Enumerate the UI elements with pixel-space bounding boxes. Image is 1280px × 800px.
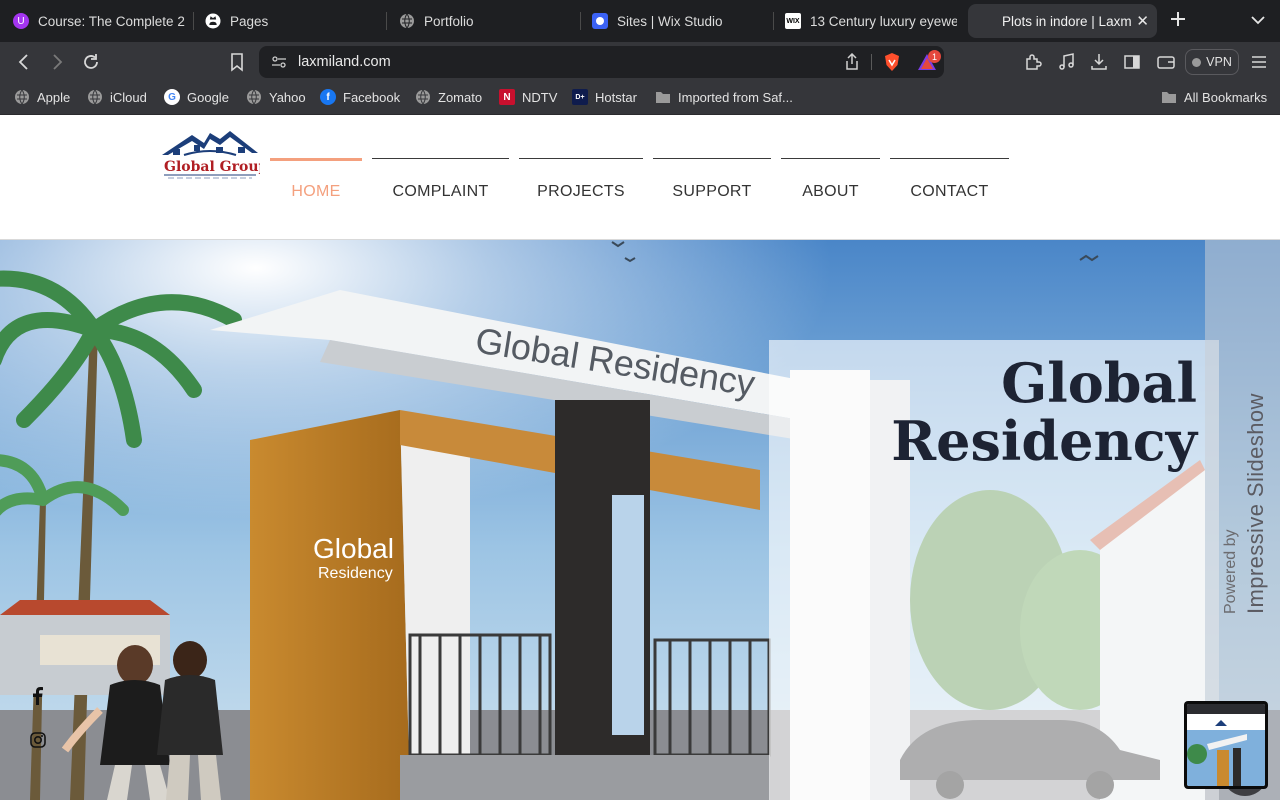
tab-wix-eyewear[interactable]: WIX 13 Century luxury eyewea xyxy=(785,4,957,38)
hero-slideshow[interactable]: Global Residency Global Residency Global… xyxy=(0,240,1280,800)
bookmark-google[interactable]: G Google xyxy=(164,89,229,105)
folder-icon xyxy=(655,89,671,105)
vpn-label: VPN xyxy=(1206,55,1232,69)
extensions-icon[interactable] xyxy=(1023,52,1043,72)
global-group-logo[interactable]: Global Group xyxy=(160,127,269,183)
back-icon[interactable] xyxy=(14,52,34,72)
tab-laxmiland-active[interactable]: Plots in indore | Laxmi ✕ xyxy=(968,4,1157,38)
folder-icon xyxy=(1161,89,1177,105)
bookmark-label: iCloud xyxy=(110,89,147,105)
bookmark-apple[interactable]: Apple xyxy=(14,89,70,105)
site-header: Global Group HOME COMPLAINT PROJECTS SUP… xyxy=(0,115,1280,240)
browser-tab-strip: U Course: The Complete 20 Pages Portfoli… xyxy=(0,0,1280,42)
tab-udemy-course[interactable]: U Course: The Complete 20 xyxy=(13,4,185,38)
bookmark-folder-imported[interactable]: Imported from Saf... xyxy=(655,89,793,105)
sidebar-icon[interactable] xyxy=(1122,52,1142,72)
nav-support[interactable]: SUPPORT xyxy=(653,158,771,200)
powered-by-badge[interactable]: Powered by Impressive Slideshow xyxy=(1208,382,1278,622)
gate-sign-pillar: Global xyxy=(313,533,394,564)
powered-by-text: Powered by xyxy=(1222,529,1239,615)
svg-text:Residency: Residency xyxy=(318,565,393,582)
bookmark-label: Google xyxy=(187,89,229,105)
vpn-status-icon xyxy=(1192,57,1202,67)
bookmark-label: NDTV xyxy=(522,89,558,105)
tab-title: Sites | Wix Studio xyxy=(617,13,723,29)
page-preview-thumbnail[interactable] xyxy=(1184,701,1268,789)
bookmark-zomato[interactable]: Zomato xyxy=(415,89,482,105)
brave-shields-icon[interactable] xyxy=(882,52,902,77)
nav-home[interactable]: HOME xyxy=(270,158,362,200)
tab-title: Plots in indore | Laxmi xyxy=(1002,13,1132,29)
rewards-badge: 1 xyxy=(928,50,941,63)
github-icon xyxy=(205,13,221,29)
tab-github-pages[interactable]: Pages xyxy=(205,4,375,38)
wallet-icon[interactable] xyxy=(1156,52,1176,72)
bookmark-hotstar[interactable]: D+ Hotstar xyxy=(572,89,637,105)
udemy-icon: U xyxy=(13,13,29,29)
tab-title: Pages xyxy=(230,13,269,29)
new-tab-plus-icon[interactable] xyxy=(1170,10,1186,33)
wix-icon: WIX xyxy=(785,13,801,29)
web-page: Global Group HOME COMPLAINT PROJECTS SUP… xyxy=(0,115,1280,800)
bookmarks-bar: Apple iCloud G Google Yahoo f Facebook Z… xyxy=(0,82,1280,115)
share-icon[interactable] xyxy=(843,52,861,76)
facebook-icon[interactable] xyxy=(30,687,50,707)
bookmark-label: Hotstar xyxy=(595,89,637,105)
ndtv-icon: N xyxy=(499,89,515,105)
nav-contact[interactable]: CONTACT xyxy=(890,158,1009,200)
bookmark-facebook[interactable]: f Facebook xyxy=(320,89,400,105)
facebook-icon: f xyxy=(320,89,336,105)
tab-wix-studio[interactable]: Sites | Wix Studio xyxy=(592,4,762,38)
globe-icon xyxy=(87,89,103,105)
slide-title: Global Residency xyxy=(891,351,1197,473)
globe-icon xyxy=(415,89,431,105)
bookmark-icloud[interactable]: iCloud xyxy=(87,89,147,105)
nav-complaint[interactable]: COMPLAINT xyxy=(372,158,509,200)
menu-icon[interactable] xyxy=(1249,52,1269,72)
globe-icon xyxy=(246,89,262,105)
bookmark-icon[interactable] xyxy=(227,52,247,72)
bookmark-label: Imported from Saf... xyxy=(678,89,793,105)
globe-icon xyxy=(399,13,415,29)
slide-caption-box: Global Residency xyxy=(769,340,1219,800)
all-bookmarks-folder[interactable]: All Bookmarks xyxy=(1161,89,1267,105)
tab-search-chevron-icon[interactable] xyxy=(1248,10,1268,30)
powered-brand-text: Impressive Slideshow xyxy=(1243,393,1268,614)
nav-projects[interactable]: PROJECTS xyxy=(519,158,643,200)
browser-toolbar: laxmiland.com 1 VPN xyxy=(0,42,1280,82)
bookmark-label: Facebook xyxy=(343,89,401,105)
bookmark-label: Yahoo xyxy=(269,89,306,105)
bookmark-ndtv[interactable]: N NDTV xyxy=(499,89,557,105)
tab-title: Portfolio xyxy=(424,13,474,29)
tab-title: 13 Century luxury eyewea xyxy=(810,13,957,29)
hotstar-icon: D+ xyxy=(572,89,588,105)
tab-portfolio[interactable]: Portfolio xyxy=(399,4,569,38)
google-icon: G xyxy=(164,89,180,105)
tab-title: Course: The Complete 20 xyxy=(38,13,185,29)
forward-icon[interactable] xyxy=(47,52,67,72)
url-text: laxmiland.com xyxy=(298,54,391,70)
globe-icon xyxy=(14,89,30,105)
downloads-icon[interactable] xyxy=(1089,52,1109,72)
bookmark-label: Zomato xyxy=(438,89,483,105)
address-bar[interactable]: laxmiland.com xyxy=(259,46,944,78)
bookmark-label: All Bookmarks xyxy=(1184,89,1268,105)
reload-icon[interactable] xyxy=(81,52,101,72)
nav-about[interactable]: ABOUT xyxy=(781,158,880,200)
instagram-icon[interactable] xyxy=(30,732,50,752)
vpn-button[interactable]: VPN xyxy=(1185,49,1239,75)
svg-text:Global Group: Global Group xyxy=(164,159,260,175)
bookmark-yahoo[interactable]: Yahoo xyxy=(246,89,306,105)
wix-studio-icon xyxy=(592,13,608,29)
bookmark-label: Apple xyxy=(37,89,71,105)
media-music-icon[interactable] xyxy=(1057,52,1077,72)
close-tab-icon[interactable]: ✕ xyxy=(1136,12,1149,30)
site-settings-icon[interactable] xyxy=(271,54,287,75)
